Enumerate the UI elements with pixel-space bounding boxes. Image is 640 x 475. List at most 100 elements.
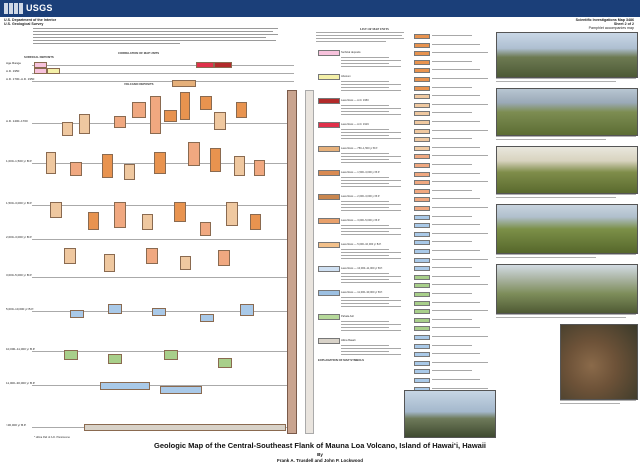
- unit-box: [214, 112, 226, 130]
- unit-box: [100, 382, 150, 390]
- unit-box: [214, 62, 232, 68]
- unit-swatch: [414, 231, 430, 237]
- field-photo-1: [496, 32, 638, 78]
- unit-box: [47, 68, 60, 74]
- agency-block: U.S. Department of the Interior U.S. Geo…: [4, 18, 56, 26]
- unit-swatch: [414, 197, 430, 203]
- field-photo-2: [496, 88, 638, 136]
- age-divider: [32, 205, 294, 206]
- unit-box: [142, 214, 153, 230]
- unit-swatch: [414, 369, 430, 375]
- unit-swatch: [414, 335, 430, 340]
- field-photo-4: [496, 204, 638, 254]
- unit-box: [152, 308, 166, 316]
- authors: Frank A. Trusdell and John P. Lockwood: [276, 458, 363, 463]
- unit-swatch: [414, 77, 430, 82]
- unit-box: [46, 152, 56, 174]
- correlation-chart: SURFICIAL DEPOSITS VOLCANIC DEPOSITS Age…: [4, 52, 314, 452]
- unit-box: [102, 154, 113, 178]
- unit-box-hilina: [84, 424, 286, 431]
- unit-label: Lava flows — 1,500–3,000 yr B.P.: [341, 170, 380, 174]
- unit-box: [254, 160, 265, 176]
- unit-box: [70, 162, 82, 176]
- unit-box: [160, 386, 202, 394]
- age-label: 1,000–1,500 yr B.P.: [6, 159, 33, 163]
- unit-swatch: [414, 51, 430, 57]
- unit-box: [164, 110, 177, 122]
- unit-swatch: [414, 188, 430, 194]
- field-photo-5: [496, 264, 638, 314]
- unit-swatch: [318, 98, 340, 104]
- field-photo-7: [404, 390, 496, 438]
- unit-label: Lava flows — 5,000–10,000 yr B.P.: [341, 242, 382, 246]
- unit-box: [200, 96, 212, 110]
- usgs-logo-text: USGS: [26, 3, 53, 13]
- unit-swatch: [318, 170, 340, 176]
- age-label: 11,000–30,000 yr B.P.: [6, 381, 36, 385]
- unit-swatch: [414, 352, 430, 358]
- quaternary-bar: [305, 90, 314, 434]
- age-label: >30,000 yr B.P.: [6, 423, 27, 427]
- unit-swatch: [414, 300, 430, 306]
- unit-box: [64, 248, 76, 264]
- unit-box: [196, 62, 214, 68]
- unit-swatch: [318, 218, 340, 224]
- unit-box: [180, 256, 191, 270]
- unit-swatch: [414, 59, 430, 65]
- unit-swatch: [414, 317, 430, 323]
- unit-swatch: [414, 111, 430, 117]
- map-units-column-2: [412, 30, 492, 435]
- explanation-heading: EXPLANATION OF MAP SYMBOLS: [318, 358, 365, 362]
- unit-swatch: [414, 120, 430, 125]
- unit-box: [154, 152, 166, 174]
- unit-swatch: [318, 122, 340, 128]
- unit-swatch: [318, 338, 340, 344]
- age-label: A.D. 1400–1700: [6, 119, 28, 123]
- unit-swatch: [318, 50, 340, 56]
- intro-text-block: [33, 28, 278, 50]
- unit-swatch: [414, 85, 430, 91]
- unit-box: [218, 250, 230, 266]
- unit-box: [34, 68, 47, 74]
- age-label: 3,000–5,000 yr B.P.: [6, 273, 33, 277]
- unit-swatch: [414, 283, 430, 289]
- unit-box: [174, 202, 186, 222]
- unit-swatch: [414, 343, 430, 349]
- unit-box: [200, 314, 214, 322]
- unit-swatch: [414, 292, 430, 297]
- unit-swatch: [318, 290, 340, 296]
- unit-box: [104, 254, 115, 272]
- usgs-banner: USGS: [0, 0, 640, 17]
- unit-swatch: [414, 171, 430, 177]
- pamphlet-note: Pamphlet accompanies map: [588, 26, 634, 31]
- series-block: Scientific Investigations Map 3486 Sheet…: [576, 18, 634, 31]
- unit-label: Pahala Ash: [341, 314, 355, 318]
- unit-swatch: [318, 242, 340, 248]
- unit-swatch: [414, 34, 430, 39]
- unit-swatch: [414, 68, 430, 74]
- unit-box: [164, 350, 178, 360]
- unit-box: [226, 202, 238, 226]
- age-divider: [32, 81, 294, 82]
- unit-label: Lava flows — 2,000–3,000 yr B.P.: [341, 194, 380, 198]
- unit-swatch: [318, 74, 340, 80]
- unit-box: [108, 304, 122, 314]
- unit-label: Lava flows — 10,000–11,000 yr B.P.: [341, 266, 383, 270]
- age-label: Age Range: [6, 61, 22, 65]
- unit-box: [114, 202, 126, 228]
- unit-swatch: [318, 314, 340, 320]
- unit-swatch: [414, 180, 430, 186]
- unit-box: [218, 358, 232, 368]
- survey-name: U.S. Geological Survey: [4, 22, 44, 27]
- age-label: 10,000–11,000 yr B.P.: [6, 347, 36, 351]
- unit-box: [62, 122, 73, 136]
- unit-box: [146, 248, 158, 264]
- field-photo-3: [496, 146, 638, 194]
- unit-swatch: [414, 163, 430, 168]
- map-units-list: Surficial deposits Alluvium Lava flows — A…: [316, 30, 406, 430]
- unit-swatch: [318, 146, 340, 152]
- unit-box: [132, 102, 146, 118]
- unit-swatch: [414, 154, 430, 160]
- unit-swatch: [414, 223, 430, 229]
- unit-swatch: [414, 326, 430, 332]
